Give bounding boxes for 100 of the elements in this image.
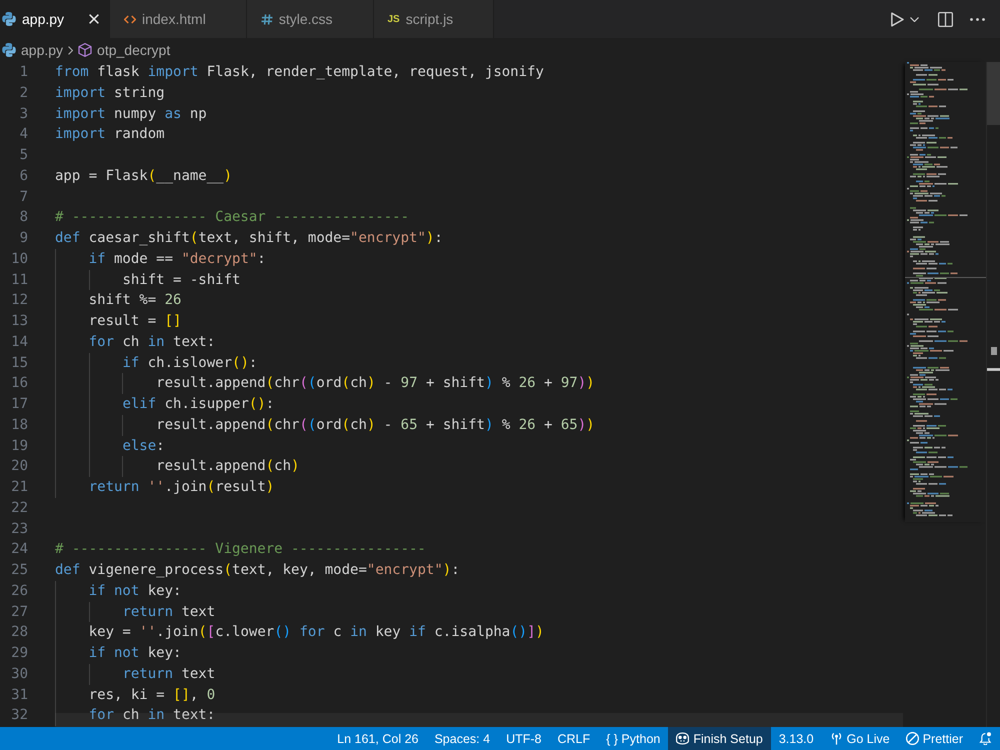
code-line: return text (122, 664, 216, 684)
broadcast-icon (830, 732, 843, 745)
indent-guide (122, 414, 124, 436)
bell-icon (979, 732, 992, 745)
indent-guide (122, 373, 124, 394)
code-line: for ch in text: (88, 706, 216, 726)
code-line: for ch in text: (88, 332, 216, 352)
code-line: from flask import Flask, render_template, request, jsonify (55, 63, 544, 82)
status-bar-item[interactable]: Prettier (898, 727, 971, 750)
line-number: 18 (10, 416, 28, 435)
status-bar-item[interactable]: { } Python (598, 727, 668, 750)
line-number: 6 (18, 166, 28, 186)
indent-guide (122, 456, 124, 477)
angle-brackets-icon (124, 14, 136, 24)
code-line: result.append(chr((ord(ch) - 65 + shift) % 26 + 65)) (156, 416, 595, 435)
line-number: 17 (10, 395, 28, 414)
code-line: app = Flask(__name__) (55, 166, 232, 186)
line-number: 27 (10, 602, 28, 622)
run-icon[interactable] (891, 12, 904, 26)
indent-guide (88, 270, 90, 290)
line-number: 28 (10, 623, 28, 642)
tab[interactable]: index.html (110, 0, 247, 38)
code-line: result = [] (88, 312, 182, 331)
code-line: # ---------------- Caesar ---------------- (55, 208, 410, 228)
code-line: shift = -shift (122, 270, 240, 290)
code-line: return text (122, 602, 216, 622)
status-bar-item[interactable]: 3.13.0 (770, 727, 822, 750)
code-line: shift %= 26 (88, 291, 182, 310)
code-line: res, ki = [], 0 (88, 686, 216, 704)
line-number: 2 (18, 84, 28, 103)
close-icon[interactable] (89, 14, 99, 24)
code-line: else: (122, 436, 165, 456)
indent-guide (88, 664, 90, 684)
breadcrumb-item[interactable]: otp_decrypt (78, 42, 170, 58)
code-line: # ---------------- Vigenere ---------------- (55, 540, 426, 560)
status-bar-item[interactable]: CRLF (549, 727, 598, 750)
robot-icon (676, 732, 690, 745)
python-icon (2, 43, 16, 57)
caret-icon[interactable] (910, 16, 919, 22)
tab[interactable]: JS script.js (374, 0, 494, 38)
line-number: 31 (10, 686, 28, 704)
line-number: 15 (10, 354, 28, 372)
line-number: 24 (10, 540, 28, 560)
code-line: return ''.join(result) (88, 478, 274, 497)
status-bar-item[interactable]: UTF-8 (498, 727, 550, 750)
line-number: 12 (10, 291, 28, 310)
line-number: 14 (10, 332, 28, 352)
line-number: 4 (18, 125, 28, 144)
line-number: 9 (18, 229, 28, 248)
code-line: elif ch.isupper(): (122, 395, 274, 414)
code-line: key = ''.join([c.lower() for c in key if c.isalpha()]) (88, 623, 544, 642)
status-bar-item[interactable]: Ln 161, Col 26 (329, 727, 426, 750)
code-line: result.append(ch) (156, 457, 300, 476)
line-marker-icon (987, 368, 1000, 371)
code-line: def caesar_shift(text, shift, mode="encrypt"): (55, 229, 443, 248)
line-number: 29 (10, 644, 28, 663)
code-line: result.append(chr((ord(ch) - 97 + shift) % 26 + 97)) (156, 374, 595, 394)
line-number: 30 (10, 664, 28, 684)
line-number: 22 (10, 498, 28, 518)
indent-guide (88, 602, 90, 622)
line-number: 7 (18, 188, 28, 206)
more-icon[interactable] (970, 18, 985, 20)
tab[interactable]: style.css (246, 0, 374, 38)
status-bar-item[interactable]: Go Live (822, 727, 898, 750)
code-line: def vigenere_process(text, key, mode="encrypt"): (55, 561, 460, 580)
scrollbar-thumb[interactable] (987, 62, 1000, 125)
line-number: 8 (18, 208, 28, 228)
line-number: 16 (10, 374, 28, 394)
line-number: 21 (10, 478, 28, 497)
line-number: 5 (18, 146, 28, 165)
line-number: 20 (10, 457, 28, 476)
code-line: import numpy as np (55, 104, 207, 124)
line-number: 13 (10, 312, 28, 331)
code-line: import string (55, 84, 165, 103)
circle-slash-icon (906, 732, 919, 745)
scrollbar-track[interactable] (986, 62, 1000, 727)
status-bar-item[interactable]: Spaces: 4 (426, 727, 498, 750)
line-number: 26 (10, 582, 28, 601)
line-number: 19 (10, 436, 28, 456)
line-number: 11 (10, 270, 28, 290)
code-line: if mode == "decrypt": (88, 250, 266, 269)
line-number: 10 (10, 250, 28, 269)
cube-icon (78, 43, 92, 57)
code-line: import random (55, 125, 165, 144)
hash-icon (260, 14, 273, 24)
breadcrumb-item[interactable]: app.py (2, 42, 64, 58)
status-bar-item[interactable]: Finish Setup (668, 727, 771, 750)
line-number: 25 (10, 561, 28, 580)
line-number: 32 (10, 706, 28, 726)
square-marker-icon (991, 347, 997, 355)
code-line: if not key: (88, 644, 182, 663)
js-icon: JS (388, 14, 400, 24)
code-line: if not key: (88, 582, 182, 601)
split-editor-icon[interactable] (938, 12, 953, 26)
python-icon (2, 12, 16, 26)
line-number: 3 (18, 104, 28, 124)
chevron-right-icon (68, 46, 74, 54)
code-line: if ch.islower(): (122, 354, 258, 372)
line-number: 23 (10, 520, 28, 538)
tab[interactable]: app.py (0, 0, 110, 38)
